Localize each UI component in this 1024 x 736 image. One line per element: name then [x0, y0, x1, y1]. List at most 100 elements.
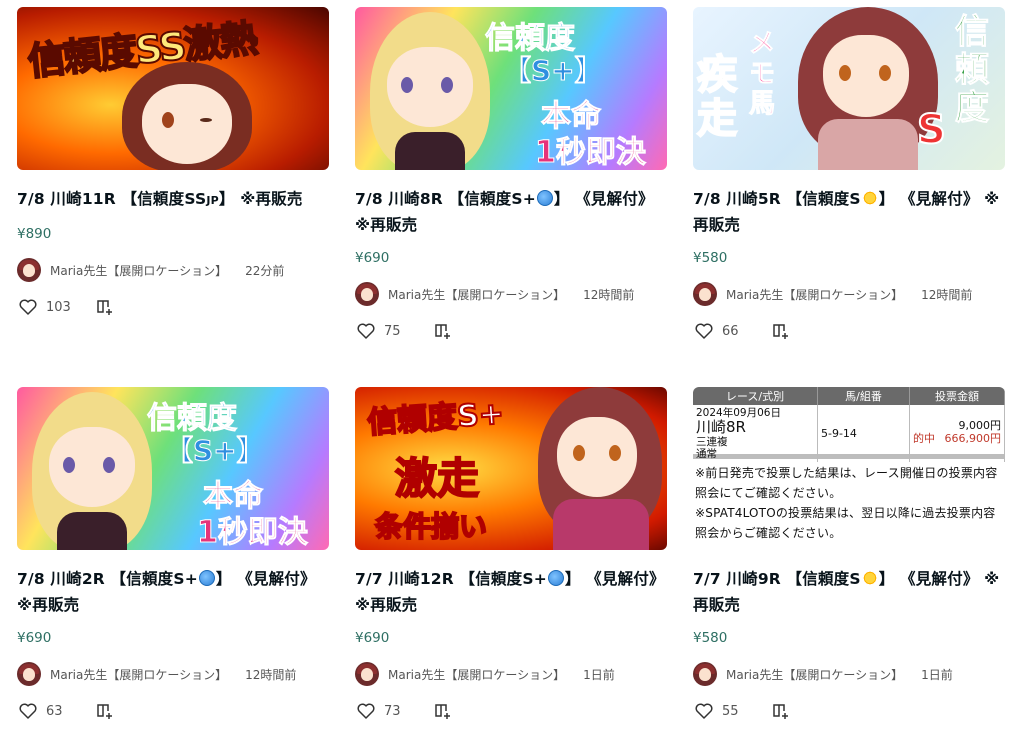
receipt-combo: 5-9-14: [818, 405, 910, 462]
title-text: 7/8 川崎2R 【信頼度S+: [17, 570, 198, 588]
thumbnail-text: 信頼度: [955, 12, 990, 128]
title-text: 7/7 川崎9R 【信頼度S: [693, 570, 861, 588]
article-card[interactable]: 疾走 メモ馬 信頼度 S 7/8 川崎5R 【信頼度S】 《見解付》 ※再販売 …: [693, 7, 1005, 342]
author-name[interactable]: Maria先生【展開ロケーション】: [388, 666, 565, 683]
receipt-hit-label: 的中: [913, 432, 935, 445]
article-card[interactable]: レース/式別 馬/組番 投票金額 2024年09月06日 川崎8R 三連複 通常…: [693, 387, 1005, 722]
author-name[interactable]: Maria先生【展開ロケーション】: [388, 286, 565, 303]
article-thumbnail[interactable]: 信頼度S+ 激走 条件揃い: [355, 387, 667, 550]
receipt-mode: 通常: [696, 448, 717, 460]
article-title[interactable]: 7/8 川崎5R 【信頼度S】 《見解付》 ※再販売: [693, 186, 1005, 238]
title-tail: 】 ※再販売: [218, 190, 303, 208]
globe-icon: [536, 190, 553, 206]
like-count: 75: [384, 323, 401, 339]
heart-icon[interactable]: [17, 296, 39, 318]
add-to-magazine-icon[interactable]: [432, 700, 454, 722]
character-illustration: [533, 387, 667, 550]
thumbnail-text: 疾走: [696, 52, 738, 142]
like-count: 73: [384, 703, 401, 719]
author-name[interactable]: Maria先生【展開ロケーション】: [726, 666, 903, 683]
article-title[interactable]: 7/7 川崎12R 【信頼度S+】 《見解付》 ※再販売: [355, 566, 667, 618]
price: ¥580: [693, 630, 728, 646]
character-illustration: [365, 12, 495, 170]
author-name[interactable]: Maria先生【展開ロケーション】: [50, 262, 227, 279]
receipt-bet-type: 三連複: [696, 436, 728, 448]
receipt-header-combo: 馬/組番: [818, 387, 910, 405]
sun-icon: [861, 570, 878, 586]
like-count: 63: [46, 703, 63, 719]
thumbnail-text: メモ馬: [749, 29, 776, 120]
price: ¥690: [355, 630, 390, 646]
avatar[interactable]: [355, 282, 379, 306]
article-title[interactable]: 7/8 川崎2R 【信頼度S+】 《見解付》 ※再販売: [17, 566, 329, 618]
thumbnail-text: 1秒即決: [197, 515, 309, 551]
heart-icon[interactable]: [355, 320, 377, 342]
receipt-payout: 666,900円: [944, 432, 1002, 445]
heart-icon[interactable]: [693, 700, 715, 722]
article-title[interactable]: 7/8 川崎11R 【信頼度SSJP】 ※再販売: [17, 186, 329, 214]
thumbnail-text: 条件揃い: [374, 509, 488, 544]
heart-icon[interactable]: [693, 320, 715, 342]
title-text: 7/8 川崎8R 【信頼度S+: [355, 190, 536, 208]
article-thumbnail[interactable]: 信頼度 【S+】 本命 1秒即決: [355, 7, 667, 170]
heart-icon[interactable]: [355, 700, 377, 722]
globe-icon: [198, 570, 215, 586]
thumbnail-text: 【S+】: [503, 54, 604, 88]
post-time: 22分前: [245, 263, 285, 278]
article-thumbnail[interactable]: 信頼度 【S+】 本命 1秒即決: [17, 387, 329, 550]
title-text: 7/8 川崎11R 【信頼度SS: [17, 190, 207, 208]
betting-receipt-thumbnail[interactable]: レース/式別 馬/組番 投票金額 2024年09月06日 川崎8R 三連複 通常…: [693, 387, 1005, 550]
avatar[interactable]: [693, 282, 717, 306]
like-count: 66: [722, 323, 739, 339]
author-name[interactable]: Maria先生【展開ロケーション】: [50, 666, 227, 683]
article-title[interactable]: 7/8 川崎8R 【信頼度S+】 《見解付》 ※再販売: [355, 186, 667, 238]
receipt-note: ※SPAT4LOTOの投票結果は、翌日以降に過去投票内容照会からご確認ください。: [695, 506, 996, 540]
receipt-header-race: レース/式別: [693, 387, 818, 405]
avatar[interactable]: [17, 258, 41, 282]
sun-icon: [861, 190, 878, 206]
post-time: 12時間前: [921, 287, 973, 302]
title-text: 7/7 川崎12R 【信頼度S+: [355, 570, 547, 588]
receipt-row: 2024年09月06日 川崎8R 三連複 通常 5-9-14 9,000円 的中…: [693, 405, 1005, 462]
globe-icon: [547, 570, 564, 586]
add-to-magazine-icon[interactable]: [770, 320, 792, 342]
thumbnail-text: S: [916, 106, 947, 154]
article-card[interactable]: 信頼度 【S+】 本命 1秒即決 7/8 川崎2R 【信頼度S+】 《見解付》 …: [17, 387, 329, 722]
receipt-amount: 9,000円: [958, 419, 1002, 432]
title-text: 7/8 川崎5R 【信頼度S: [693, 190, 861, 208]
price: ¥580: [693, 250, 728, 266]
post-time: 1日前: [583, 667, 615, 682]
character-illustration: [27, 392, 157, 550]
article-title[interactable]: 7/7 川崎9R 【信頼度S】 《見解付》 ※再販売: [693, 566, 1005, 618]
add-to-magazine-icon[interactable]: [94, 700, 116, 722]
heart-icon[interactable]: [17, 700, 39, 722]
avatar[interactable]: [355, 662, 379, 686]
like-count: 55: [722, 703, 739, 719]
thumbnail-text: 激走: [394, 453, 480, 504]
thumbnail-text: 1秒即決: [535, 135, 647, 171]
article-card[interactable]: 信頼度S+ 激走 条件揃い 7/7 川崎12R 【信頼度S+】 《見解付》 ※再…: [355, 387, 667, 722]
receipt-race: 川崎8R: [696, 418, 746, 436]
character-illustration: [112, 62, 262, 170]
receipt-note: ※前日発売で投票した結果は、レース開催日の投票内容照会にてご確認ください。: [695, 466, 998, 500]
thumbnail-text: 【S+】: [165, 434, 266, 468]
author-name[interactable]: Maria先生【展開ロケーション】: [726, 286, 903, 303]
post-time: 12時間前: [245, 667, 297, 682]
add-to-magazine-icon[interactable]: [770, 700, 792, 722]
article-card[interactable]: 信頼度SS激熱 7/8 川崎11R 【信頼度SSJP】 ※再販売 ¥890 Ma…: [17, 7, 329, 318]
avatar[interactable]: [17, 662, 41, 686]
add-to-magazine-icon[interactable]: [432, 320, 454, 342]
article-thumbnail[interactable]: 疾走 メモ馬 信頼度 S: [693, 7, 1005, 170]
price: ¥690: [17, 630, 52, 646]
like-count: 103: [46, 299, 71, 315]
price: ¥890: [17, 226, 52, 242]
receipt-header-amount: 投票金額: [910, 387, 1005, 405]
price: ¥690: [355, 250, 390, 266]
add-to-magazine-icon[interactable]: [94, 296, 116, 318]
post-time: 1日前: [921, 667, 953, 682]
receipt-header: レース/式別 馬/組番 投票金額: [693, 387, 1005, 405]
title-suffix: JP: [206, 194, 219, 207]
article-thumbnail[interactable]: 信頼度SS激熱: [17, 7, 329, 170]
article-card[interactable]: 信頼度 【S+】 本命 1秒即決 7/8 川崎8R 【信頼度S+】 《見解付》 …: [355, 7, 667, 342]
avatar[interactable]: [693, 662, 717, 686]
